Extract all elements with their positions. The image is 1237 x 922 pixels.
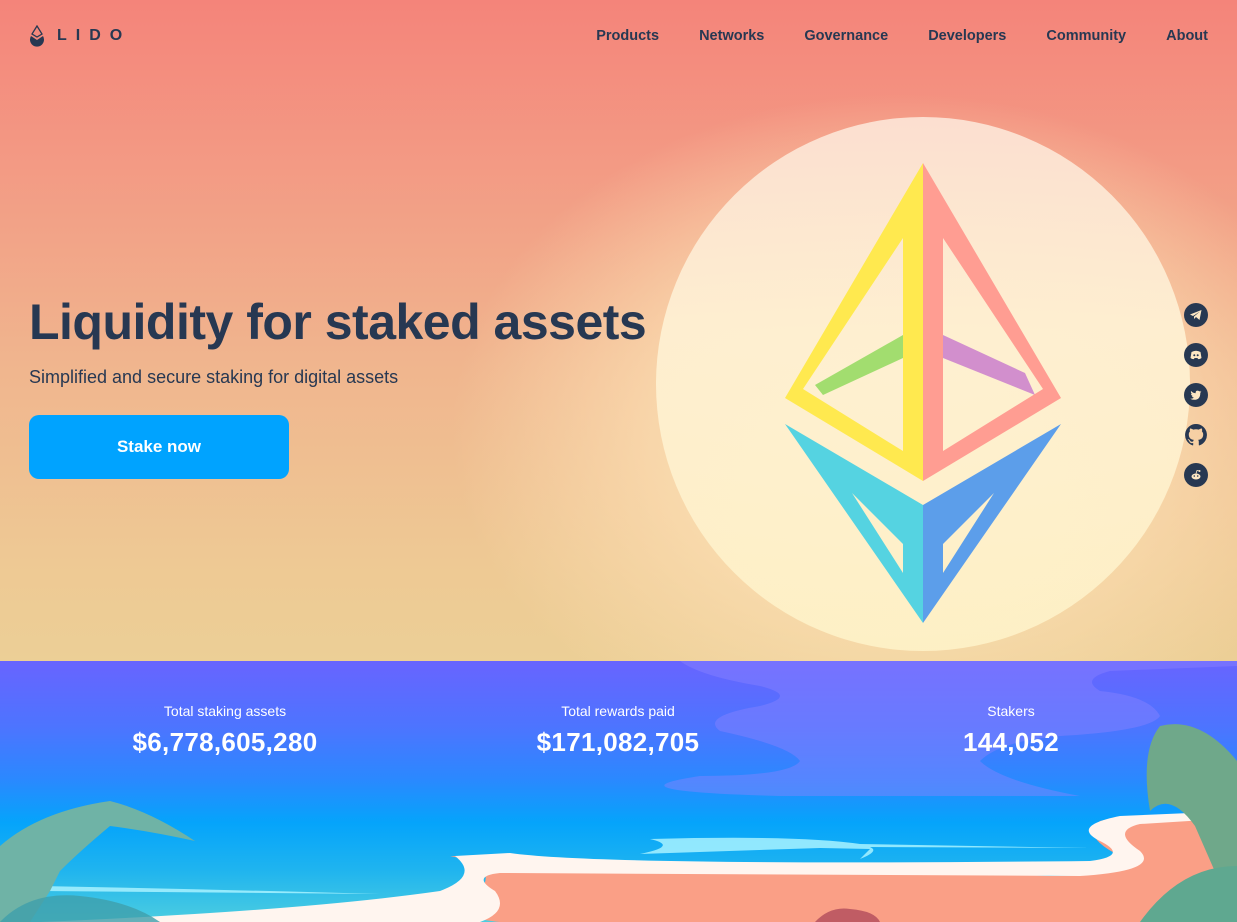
logo-text: LIDO <box>57 27 132 44</box>
hero-title: Liquidity for staked assets <box>29 294 647 350</box>
stat-total-rewards-paid: Total rewards paid $171,082,705 <box>468 703 768 758</box>
stat-value: 144,052 <box>962 727 1060 757</box>
stats-section: Total staking assets $6,778,605,280 Tota… <box>0 661 1237 922</box>
nav-networks[interactable]: Networks <box>699 28 764 44</box>
stat-value: $171,082,705 <box>536 727 700 757</box>
stat-stakers: Stakers 144,052 <box>861 703 1161 758</box>
stat-label: Total staking assets <box>163 703 287 719</box>
stat-label: Stakers <box>987 703 1035 719</box>
stake-now-button[interactable]: Stake now <box>29 415 289 479</box>
telegram-icon <box>1190 310 1202 320</box>
nav-products[interactable]: Products <box>596 28 659 44</box>
hero-subtitle: Simplified and secure staking for digita… <box>29 367 399 387</box>
hero-section: LIDO Products Networks Governance Develo… <box>0 0 1237 661</box>
main-nav: Products Networks Governance Developers … <box>596 28 1208 44</box>
discord-link[interactable] <box>1184 343 1208 367</box>
eth-yellow-face <box>785 163 923 481</box>
twitter-icon <box>1190 390 1202 400</box>
lido-logo[interactable]: LIDO <box>29 25 131 47</box>
stat-total-staking-assets: Total staking assets $6,778,605,280 <box>75 703 375 758</box>
water-highlight <box>640 837 1090 859</box>
github-link[interactable] <box>1184 423 1208 447</box>
site-header: LIDO Products Networks Governance Develo… <box>0 0 1237 75</box>
beach-illustration <box>0 661 1237 922</box>
stat-value: $6,778,605,280 <box>132 727 318 757</box>
lido-drop-icon <box>30 25 44 47</box>
discord-icon <box>1190 350 1202 360</box>
twitter-link[interactable] <box>1184 383 1208 407</box>
eth-pink-face <box>923 163 1061 481</box>
telegram-link[interactable] <box>1184 303 1208 327</box>
nav-developers[interactable]: Developers <box>928 28 1006 44</box>
reddit-icon <box>1191 470 1201 480</box>
water-highlight <box>40 886 380 894</box>
reddit-link[interactable] <box>1184 463 1208 487</box>
nav-community[interactable]: Community <box>1046 28 1126 44</box>
nav-about[interactable]: About <box>1166 28 1208 44</box>
nav-governance[interactable]: Governance <box>804 28 888 44</box>
github-icon <box>1185 424 1207 446</box>
ethereum-logo-illustration <box>785 163 1061 623</box>
stat-label: Total rewards paid <box>561 703 675 719</box>
social-links <box>1184 303 1208 487</box>
